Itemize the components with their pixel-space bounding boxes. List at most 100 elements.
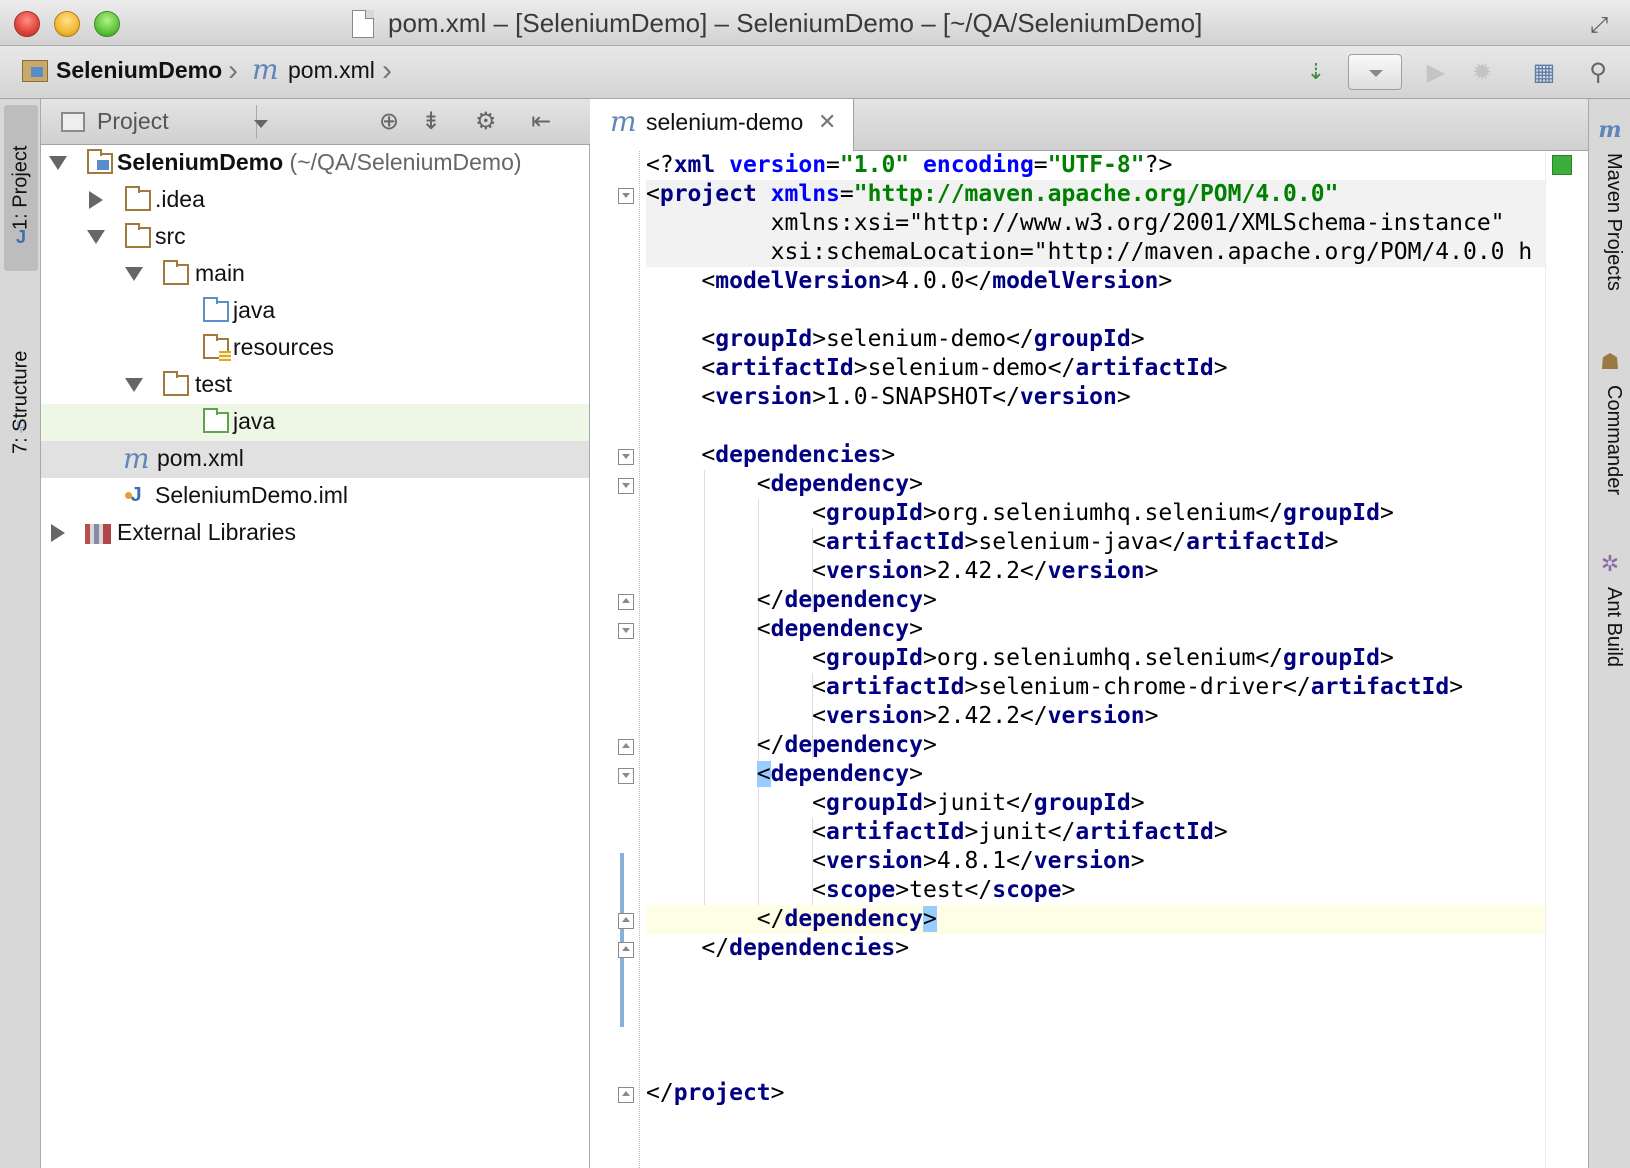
collapse-arrow-icon[interactable]	[89, 191, 103, 209]
right-tool-window-strip: m Maven Projects ☗ Commander ✲ Ant Build	[1588, 99, 1630, 1168]
tree-item-pom[interactable]: m pom.xml	[41, 441, 589, 478]
breadcrumb-file[interactable]: pom.xml	[288, 57, 375, 84]
breadcrumb-project[interactable]: SeleniumDemo	[56, 57, 222, 84]
code-line[interactable]: <groupId>org.seleniumhq.selenium</groupI…	[646, 644, 1546, 673]
tree-item-resources[interactable]: resources	[41, 330, 589, 367]
fold-open-icon[interactable]	[618, 188, 634, 204]
maven-icon: m	[610, 105, 637, 138]
code-line[interactable]: <artifactId>selenium-java</artifactId>	[646, 528, 1546, 557]
tree-item-external-libraries[interactable]: External Libraries	[41, 515, 589, 552]
code-line[interactable]: <groupId>selenium-demo</groupId>	[646, 325, 1546, 354]
tool-tab-structure[interactable]: 7: Structure	[4, 287, 38, 517]
window-title: pom.xml – [SeleniumDemo] – SeleniumDemo …	[388, 8, 1203, 38]
code-line[interactable]: <version>2.42.2</version>	[646, 557, 1546, 586]
maven-icon: m	[252, 53, 279, 86]
collapse-arrow-icon[interactable]	[51, 524, 65, 542]
code-line[interactable]: <?xml version="1.0" encoding="UTF-8"?>	[646, 151, 1546, 180]
fold-close-icon[interactable]	[618, 942, 634, 958]
tree-item-label: SeleniumDemo (~/QA/SeleniumDemo)	[117, 149, 522, 175]
run-icon[interactable]: ▶	[1418, 54, 1454, 90]
iml-icon: J	[125, 484, 149, 508]
tree-item-main[interactable]: main	[41, 256, 589, 293]
tree-item-src[interactable]: src	[41, 219, 589, 256]
close-window-button[interactable]	[14, 11, 40, 37]
tool-tab-maven-projects[interactable]: Maven Projects	[1595, 153, 1625, 291]
search-icon[interactable]: ⚲	[1580, 54, 1616, 90]
fold-close-icon[interactable]	[618, 913, 634, 929]
code-line[interactable]: </dependency>	[646, 731, 1546, 760]
project-panel: Project ⊕ ⇟ ⚙ ⇤ SeleniumDemo (~/QA/Selen…	[41, 99, 590, 1168]
fullscreen-icon[interactable]: ⤢	[1590, 12, 1608, 38]
tree-item-main-java[interactable]: java	[41, 293, 589, 330]
code-line[interactable]: <scope>test</scope>	[646, 876, 1546, 905]
expand-arrow-icon[interactable]	[125, 267, 143, 281]
fold-open-icon[interactable]	[618, 449, 634, 465]
code-area[interactable]: <?xml version="1.0" encoding="UTF-8"?> <p…	[646, 151, 1546, 1168]
fold-close-icon[interactable]	[618, 739, 634, 755]
tree-item-test-java[interactable]: java	[41, 404, 589, 441]
code-line[interactable]: <modelVersion>4.0.0</modelVersion>	[646, 267, 1546, 296]
code-line[interactable]: xsi:schemaLocation="http://maven.apache.…	[646, 238, 1546, 267]
resources-folder-icon	[203, 334, 231, 361]
code-line[interactable]: </project>	[646, 1079, 1546, 1108]
hide-panel-icon[interactable]: ⇤	[531, 107, 551, 136]
tree-item-label: .idea	[155, 186, 205, 212]
close-tab-icon[interactable]: ✕	[818, 109, 836, 135]
gear-icon[interactable]: ⚙	[475, 107, 497, 136]
code-line[interactable]: <artifactId>selenium-demo</artifactId>	[646, 354, 1546, 383]
code-line[interactable]: <project xmlns="http://maven.apache.org/…	[646, 180, 1546, 209]
code-line[interactable]: </dependency>	[646, 905, 1546, 934]
code-line[interactable]	[646, 992, 1546, 1021]
code-line[interactable]: <dependency>	[646, 760, 1546, 789]
fold-open-icon[interactable]	[618, 478, 634, 494]
tree-item-project-root[interactable]: SeleniumDemo (~/QA/SeleniumDemo)	[41, 145, 589, 182]
code-line[interactable]: <groupId>org.seleniumhq.selenium</groupI…	[646, 499, 1546, 528]
minimize-window-button[interactable]	[54, 11, 80, 37]
tree-item-iml[interactable]: J SeleniumDemo.iml	[41, 478, 589, 515]
tree-item-test[interactable]: test	[41, 367, 589, 404]
navigation-bar: SeleniumDemo › m pom.xml › ⇣ ▶ ✹ ▦ ⚲	[0, 46, 1630, 99]
code-line[interactable]: <version>4.8.1</version>	[646, 847, 1546, 876]
project-structure-icon[interactable]: ▦	[1526, 54, 1562, 90]
code-line[interactable]: </dependencies>	[646, 934, 1546, 963]
code-line[interactable]	[646, 1050, 1546, 1079]
analysis-ok-icon	[1552, 155, 1572, 175]
scroll-from-source-icon[interactable]: ⊕	[379, 107, 399, 136]
code-line[interactable]: <version>1.0-SNAPSHOT</version>	[646, 383, 1546, 412]
test-folder-icon	[203, 408, 229, 433]
zoom-window-button[interactable]	[94, 11, 120, 37]
editor-scrollbar[interactable]	[1545, 151, 1588, 1168]
code-line[interactable]	[646, 412, 1546, 441]
fold-open-icon[interactable]	[618, 623, 634, 639]
run-config-dropdown[interactable]	[1348, 54, 1402, 90]
fold-close-icon[interactable]	[618, 594, 634, 610]
fold-open-icon[interactable]	[618, 768, 634, 784]
code-line[interactable]: <groupId>junit</groupId>	[646, 789, 1546, 818]
scope-indicator	[620, 853, 624, 1027]
code-line[interactable]: <dependency>	[646, 470, 1546, 499]
expand-arrow-icon[interactable]	[87, 230, 105, 244]
structure-icon: ⑂	[15, 417, 27, 437]
tree-item-idea[interactable]: .idea	[41, 182, 589, 219]
tool-tab-commander[interactable]: Commander	[1595, 385, 1625, 495]
code-line[interactable]: xmlns:xsi="http://www.w3.org/2001/XMLSch…	[646, 209, 1546, 238]
code-line[interactable]: <artifactId>selenium-chrome-driver</arti…	[646, 673, 1546, 702]
code-line[interactable]: </dependency>	[646, 586, 1546, 615]
fold-close-icon[interactable]	[618, 1087, 634, 1103]
code-line[interactable]: <dependency>	[646, 615, 1546, 644]
expand-arrow-icon[interactable]	[125, 378, 143, 392]
code-line[interactable]	[646, 1021, 1546, 1050]
expand-arrow-icon[interactable]	[49, 156, 67, 170]
tool-tab-ant-build[interactable]: Ant Build	[1595, 587, 1625, 667]
code-line[interactable]: <dependencies>	[646, 441, 1546, 470]
project-view-selector[interactable]: Project	[57, 105, 268, 139]
collapse-all-icon[interactable]: ⇟	[421, 107, 441, 136]
project-icon: J	[15, 227, 26, 247]
debug-icon[interactable]: ✹	[1464, 54, 1500, 90]
code-line[interactable]	[646, 296, 1546, 325]
editor-tab-selenium-demo[interactable]: m selenium-demo ✕	[590, 99, 854, 151]
make-project-icon[interactable]: ⇣	[1298, 54, 1334, 90]
code-line[interactable]: <artifactId>junit</artifactId>	[646, 818, 1546, 847]
code-line[interactable]: <version>2.42.2</version>	[646, 702, 1546, 731]
code-line[interactable]	[646, 963, 1546, 992]
